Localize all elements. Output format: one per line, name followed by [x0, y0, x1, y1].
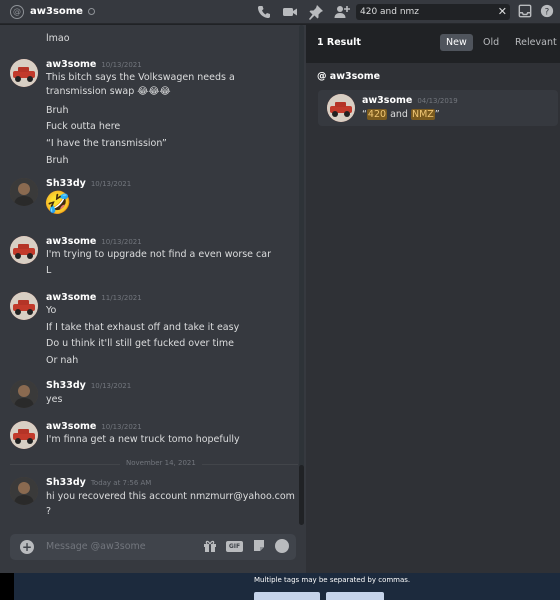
result-timestamp: 04/13/2019 [417, 97, 458, 105]
result-count: 1 Result [317, 37, 361, 48]
gift-icon[interactable] [203, 539, 217, 553]
message-text: hi you recovered this account nmzmurr@ya… [46, 491, 295, 502]
message-author[interactable]: aw3some 10/13/2021 [46, 236, 142, 247]
message-text: If I take that exhaust off and take it e… [46, 322, 240, 333]
message-text: Yo [46, 305, 57, 316]
channel-name: aw3some [30, 6, 83, 17]
message-input[interactable]: Message @aw3some [46, 541, 146, 552]
emoji-picker-icon[interactable] [275, 539, 289, 553]
message-list: lmao aw3some 10/13/2021 This bitch says t… [0, 25, 306, 525]
message-author[interactable]: aw3some 10/13/2021 [46, 59, 142, 70]
message-text: Fuck outta here [46, 121, 121, 132]
message-text: transmission swap 😂😂😂 [46, 86, 171, 97]
result-snippet: “420 and NMZ” [362, 109, 440, 120]
message-author[interactable]: aw3some 11/13/2021 [46, 292, 142, 303]
at-icon: @ [10, 4, 24, 19]
avatar[interactable] [10, 236, 38, 264]
inbox-icon[interactable] [518, 4, 532, 18]
search-input[interactable]: 420 and nmz ✕ [356, 4, 510, 20]
message-timestamp: 10/13/2021 [90, 180, 132, 188]
message-timestamp: 10/13/2021 [90, 382, 132, 390]
add-member-icon[interactable] [334, 4, 350, 20]
search-value: 420 and nmz [360, 7, 420, 17]
edge-shadow [0, 573, 14, 600]
avatar [327, 94, 355, 122]
avatar[interactable] [10, 380, 38, 408]
search-highlight: NMZ [410, 109, 435, 120]
message-text: I'm finna get a new truck tomo hopefully [46, 434, 240, 445]
message-timestamp: 10/13/2021 [101, 238, 142, 246]
message-text: yes [46, 394, 63, 405]
help-icon[interactable]: ? [540, 4, 554, 18]
status-icon [87, 8, 95, 15]
result-channel-label: @ aw3some [317, 71, 381, 82]
message-text: lmao [46, 33, 70, 44]
avatar[interactable] [10, 59, 38, 87]
avatar[interactable] [10, 477, 38, 505]
avatar[interactable] [10, 421, 38, 449]
tags-hint: Multiple tags may be separated by commas… [254, 576, 411, 584]
search-results-panel: 1 Result New Old Relevant @ aw3some aw3s… [306, 25, 560, 573]
message-text: “I have the transmission” [46, 138, 167, 149]
rofl-emoji-icon: 🤣 [44, 191, 72, 216]
phone-icon[interactable] [256, 4, 272, 20]
date-divider-label: November 14, 2021 [120, 459, 202, 467]
message-timestamp: 11/13/2021 [101, 294, 142, 302]
results-header: 1 Result New Old Relevant [306, 25, 560, 63]
background-button [326, 592, 384, 600]
scrollbar-thumb[interactable] [299, 465, 304, 525]
tab-old[interactable]: Old [477, 34, 505, 51]
svg-text:?: ? [545, 8, 550, 18]
close-icon[interactable]: ✕ [498, 4, 507, 20]
pin-icon[interactable] [308, 4, 324, 20]
message-timestamp: 10/13/2021 [101, 61, 142, 69]
add-attachment-icon[interactable]: + [20, 540, 34, 554]
message-text: Or nah [46, 355, 79, 366]
tab-new[interactable]: New [440, 34, 473, 51]
result-author: aw3some 04/13/2019 [362, 95, 458, 106]
chat-pane: lmao aw3some 10/13/2021 This bitch says t… [0, 25, 306, 573]
channel-header: @ aw3some 420 and nmz ✕ ? [0, 0, 560, 24]
search-result-card[interactable]: aw3some 04/13/2019 “420 and NMZ” [318, 90, 558, 126]
search-highlight: 420 [366, 109, 388, 120]
message-text: Bruh [46, 155, 69, 166]
gif-icon[interactable]: GIF [226, 541, 243, 552]
message-author[interactable]: Sh33dy Today at 7:56 AM [46, 477, 151, 488]
message-text: This bitch says the Volkswagen needs a [46, 72, 235, 83]
message-text: Bruh [46, 105, 69, 116]
avatar[interactable] [10, 292, 38, 320]
message-text: L [46, 265, 52, 276]
message-composer[interactable]: + Message @aw3some GIF [10, 534, 296, 560]
message-text: ? [46, 506, 52, 517]
background-button [254, 592, 320, 600]
message-text: Do u think it'll still get fucked over t… [46, 338, 234, 349]
tab-relevant[interactable]: Relevant [509, 34, 560, 51]
background-window-strip: Multiple tags may be separated by commas… [0, 573, 560, 600]
avatar[interactable] [10, 178, 38, 206]
message-author[interactable]: aw3some 10/13/2021 [46, 421, 142, 432]
message-author[interactable]: Sh33dy 10/13/2021 [46, 178, 131, 189]
message-timestamp: 10/13/2021 [101, 423, 142, 431]
scrollbar[interactable] [299, 25, 304, 525]
video-icon[interactable] [282, 4, 298, 20]
message-author[interactable]: Sh33dy 10/13/2021 [46, 380, 131, 391]
message-text: I'm trying to upgrade not find a even wo… [46, 249, 271, 260]
header-toolbar [256, 4, 350, 20]
sticker-icon[interactable] [252, 539, 266, 553]
date-divider: November 14, 2021 [10, 459, 298, 467]
message-timestamp: Today at 7:56 AM [90, 479, 152, 487]
